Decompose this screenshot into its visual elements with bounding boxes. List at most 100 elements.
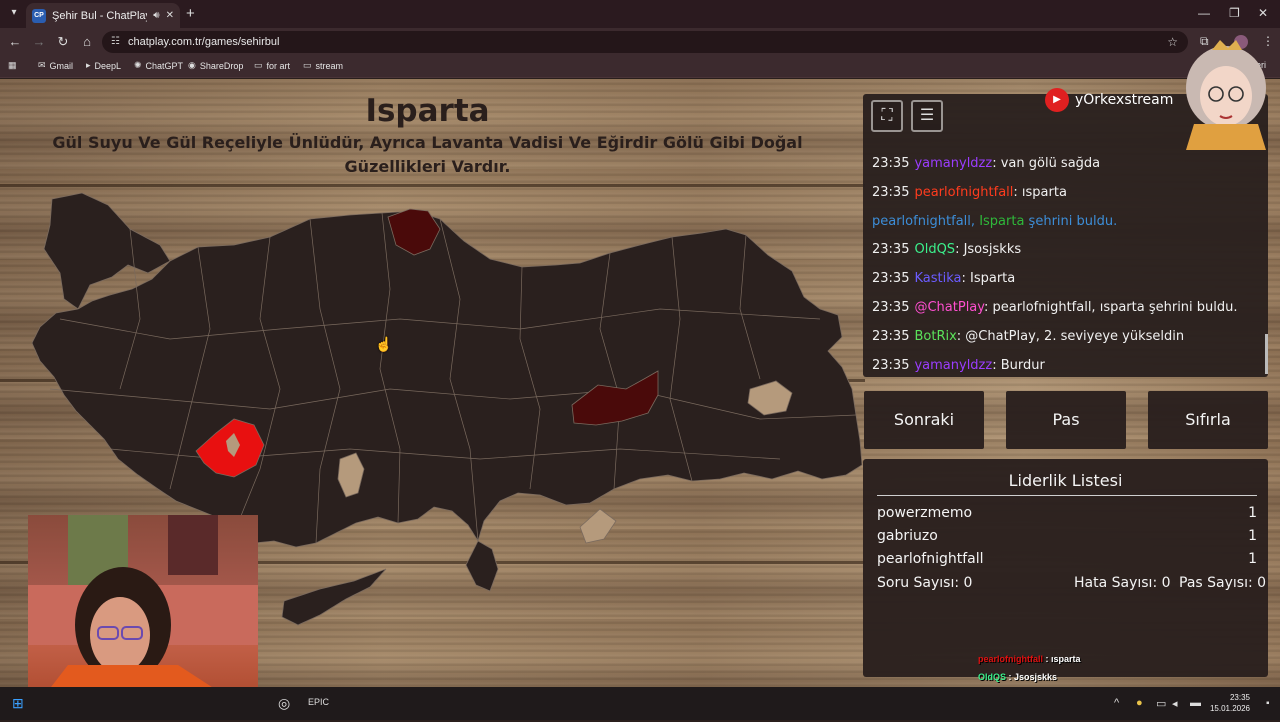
found-city: Isparta xyxy=(979,213,1025,229)
chat-username[interactable]: yamanyldzz xyxy=(914,358,992,373)
bookmark-chatgpt[interactable]: ✺ ChatGPT xyxy=(134,60,183,71)
clock-time: 23:35 xyxy=(1229,693,1250,702)
chat-text: : pearlofnightfall, ısparta şehrini buld… xyxy=(984,299,1238,315)
chat-username[interactable]: yamanyldzz xyxy=(914,156,992,171)
leaderboard-row: gabriuzo 1 xyxy=(877,528,1257,550)
chat-scrollbar[interactable] xyxy=(1265,334,1268,374)
overlay-text: : ısparta xyxy=(1043,654,1081,664)
network-icon[interactable]: ▭ xyxy=(1156,697,1166,710)
minimize-window-button[interactable]: — xyxy=(1198,6,1210,20)
bookmark-deepl[interactable]: ▸ DeepL xyxy=(86,60,121,71)
chat-text: : ısparta xyxy=(1013,184,1067,200)
player-score: 1 xyxy=(1248,551,1257,567)
forward-button[interactable]: → xyxy=(31,34,47,49)
wood-plank-divider xyxy=(0,184,865,187)
pass-count: Pas Sayısı: 0 xyxy=(1179,575,1267,591)
epic-games-icon[interactable]: EPIC xyxy=(308,697,329,707)
bookmark-folder-stream[interactable]: ▭ stream xyxy=(303,60,343,71)
chat-message: 23:35 yamanyldzz: van gölü sağda xyxy=(872,154,1262,183)
chat-message: 23:35 OldQS: Jsosjskks xyxy=(872,240,1262,269)
gmail-icon: ✉ xyxy=(38,60,46,70)
overlay-chat-line: pearlofnightfall : ısparta xyxy=(978,650,1081,668)
player-score: 1 xyxy=(1248,528,1257,544)
chat-system-message: pearlofnightfall, Isparta şehrini buldu. xyxy=(872,212,1262,241)
chat-message: 23:35 @ChatPlay: pearlofnightfall, ıspart… xyxy=(872,298,1262,327)
webcam-feed xyxy=(28,515,258,691)
restore-window-button[interactable]: ❐ xyxy=(1229,6,1240,20)
home-button[interactable]: ⌂ xyxy=(79,34,95,49)
reload-button[interactable]: ↻ xyxy=(55,34,71,50)
hatay-region xyxy=(465,540,499,592)
overlay-text: : Jsosjskks xyxy=(1006,672,1058,682)
chat-username[interactable]: pearlofnightfall, xyxy=(872,214,979,229)
youtube-icon: ▶ xyxy=(1045,88,1069,112)
reset-button[interactable]: Sıfırla xyxy=(1148,391,1268,449)
error-count: Hata Sayısı: 0 xyxy=(1074,575,1171,591)
steam-icon[interactable]: ◎ xyxy=(278,695,290,712)
apps-grid-icon[interactable]: ▦ xyxy=(8,60,21,71)
bookmarks-bar: ▦ ✉ Gmail ▸ DeepL ✺ ChatGPT ◉ ShareDrop ▭ for… xyxy=(0,56,1280,78)
chat-username[interactable]: OldQS xyxy=(914,242,955,257)
speaker-icon[interactable]: 🔊︎ xyxy=(153,10,159,21)
chat-text: : van gölü sağda xyxy=(992,156,1101,171)
question-count: Soru Sayısı: 0 xyxy=(877,575,973,591)
chat-text: : Jsosjskks xyxy=(955,242,1022,258)
chat-timestamp: 23:35 xyxy=(872,357,910,373)
chat-message: 23:35 yamanyldzz: Burdur xyxy=(872,356,1262,377)
volume-icon[interactable]: ◂ xyxy=(1172,697,1178,710)
windows-start-icon[interactable]: ⊞ xyxy=(12,695,24,712)
city-hint: Gül Suyu Ve Gül Reçeliyle Ünlüdür, Ayrıc… xyxy=(52,133,803,176)
chat-username[interactable]: BotRix xyxy=(914,329,956,344)
tray-chevron-icon[interactable]: ^ xyxy=(1114,697,1119,709)
microphone-icon[interactable]: ● xyxy=(1136,697,1143,709)
channel-name: yOrkexstream xyxy=(1075,92,1174,108)
address-bar[interactable]: ☷ chatplay.com.tr/games/sehirbul ☆ xyxy=(102,31,1188,53)
bookmark-gmail[interactable]: ✉ Gmail xyxy=(38,60,73,71)
folder-icon: ▭ xyxy=(254,60,263,70)
next-button[interactable]: Sonraki xyxy=(864,391,984,449)
system-clock[interactable]: 23:35 15.01.2026 xyxy=(1210,692,1250,714)
chat-username[interactable]: Kastika xyxy=(914,271,961,286)
close-tab-icon[interactable]: ✕ xyxy=(166,10,174,21)
player-name: powerzmemo xyxy=(877,505,973,521)
browser-tab-bar: ▾ CP Şehir Bul - ChatPlay 🔊︎ ✕ + — ❐ ✕ xyxy=(0,0,1280,28)
chat-username[interactable]: @ChatPlay xyxy=(914,300,984,315)
chat-text: : @ChatPlay, 2. seviyeye yükseldin xyxy=(956,328,1185,344)
chatgpt-icon: ✺ xyxy=(134,60,142,70)
chat-username[interactable]: pearlofnightfall xyxy=(914,185,1013,200)
youtube-channel-badge: ▶ yOrkexstream xyxy=(1045,87,1173,113)
chat-timestamp: 23:35 xyxy=(872,328,910,344)
notification-icon[interactable]: ▪ xyxy=(1266,698,1270,709)
chat-timestamp: 23:35 xyxy=(872,299,910,315)
city-title: Isparta xyxy=(365,93,490,129)
chat-message: 23:35 Kastika: Isparta xyxy=(872,269,1262,298)
pass-button[interactable]: Pas xyxy=(1006,391,1126,449)
chat-text: : Burdur xyxy=(992,357,1045,373)
chat-toolbar: ⛶ ☰ xyxy=(871,100,943,132)
tab-search-button[interactable]: ▾ xyxy=(6,5,22,21)
deepl-icon: ▸ xyxy=(86,60,91,70)
chat-timestamp: 23:35 xyxy=(872,156,910,171)
keban-lake xyxy=(579,508,617,544)
overlay-username: OldQS xyxy=(978,672,1007,682)
url-text: chatplay.com.tr/games/sehirbul xyxy=(128,36,280,48)
folder-icon: ▭ xyxy=(303,60,312,70)
windows-taskbar: ⊞ ◎ EPIC ^ ● ▭ ◂ ▬ 23:35 15.01.2026 ▪ xyxy=(0,687,1280,720)
back-button[interactable]: ← xyxy=(7,34,23,49)
fullscreen-icon[interactable]: ⛶ xyxy=(871,100,903,132)
mouse-cursor-icon: ☝ xyxy=(375,336,393,352)
bookmark-sharedrop[interactable]: ◉ ShareDrop xyxy=(188,60,243,71)
close-window-button[interactable]: ✕ xyxy=(1258,6,1268,20)
sharedrop-icon: ◉ xyxy=(188,60,196,70)
chat-messages: 23:35 yamanyldzz: van gölü sağda 23:35 pear… xyxy=(872,154,1262,377)
site-info-icon[interactable]: ☷ xyxy=(111,31,120,53)
new-tab-button[interactable]: + xyxy=(186,6,195,21)
chat-message: 23:35 BotRix: @ChatPlay, 2. seviyeye yüks… xyxy=(872,327,1262,356)
overlay-chat-line: OldQS : Jsosjskks xyxy=(978,668,1081,686)
browser-tab-active[interactable]: CP Şehir Bul - ChatPlay 🔊︎ ✕ xyxy=(26,3,180,28)
bookmark-folder-for-art[interactable]: ▭ for art xyxy=(254,60,290,71)
battery-icon[interactable]: ▬ xyxy=(1190,697,1201,709)
chat-timestamp: 23:35 xyxy=(872,271,910,287)
notes-icon[interactable]: ☰ xyxy=(911,100,943,132)
chat-timestamp: 23:35 xyxy=(872,184,910,200)
